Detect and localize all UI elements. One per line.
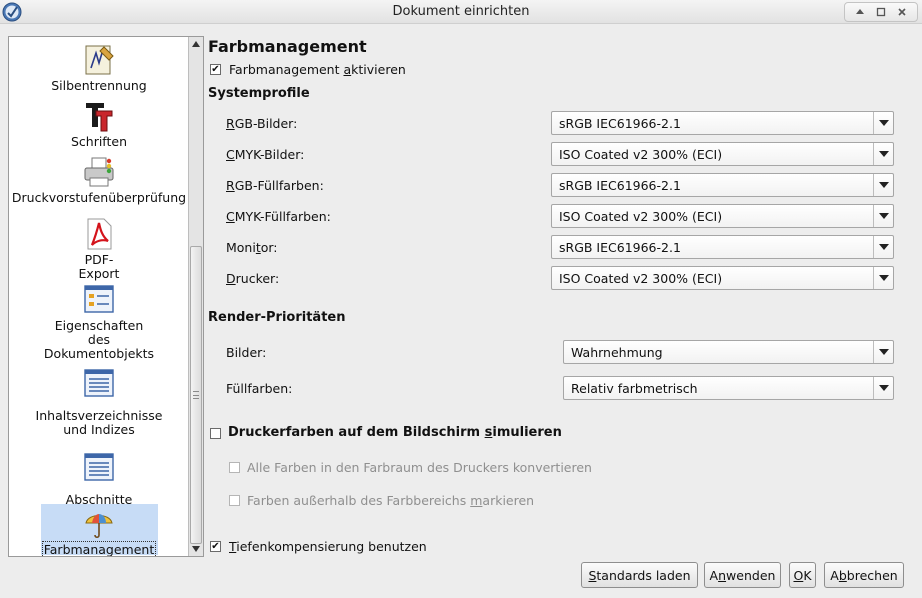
scrollbar-thumb[interactable] xyxy=(190,246,202,544)
sidebar-item-label: Abschnitte xyxy=(65,492,133,507)
preflight-printer-icon xyxy=(84,157,114,187)
printer-profile-select[interactable]: ISO Coated v2 300% (ECI) xyxy=(551,266,894,290)
printer-label: Drucker: xyxy=(226,271,280,286)
apply-button[interactable]: An wenden xyxy=(704,562,781,588)
monitor-label: Monitor: xyxy=(226,240,278,255)
table-of-contents-icon xyxy=(84,369,114,397)
chevron-down-icon xyxy=(873,174,893,196)
sidebar-item-fonts[interactable]: Schriften xyxy=(9,99,189,149)
scroll-down-button[interactable] xyxy=(189,542,203,556)
convert-all-colors-checkbox[interactable] xyxy=(229,462,240,473)
sidebar-item-label-line3: Dokumentobjekts xyxy=(43,346,155,361)
black-point-compensation-label[interactable]: Tiefenkompensierung benutzen xyxy=(229,539,427,554)
sidebar-item-toc-indexes[interactable]: Inhaltsverzeichnisse und Indizes xyxy=(9,367,189,437)
sidebar-item-label-line1: Inhaltsverzeichnisse xyxy=(35,408,163,423)
arrow-down-icon xyxy=(192,546,200,552)
sidebar-item-sections[interactable]: Abschnitte xyxy=(9,451,189,507)
chevron-down-icon xyxy=(873,341,893,363)
sidebar-item-color-management[interactable]: Farbmanagement xyxy=(9,507,189,557)
chevron-down-icon xyxy=(873,377,893,399)
maximize-icon xyxy=(876,7,886,17)
fonts-icon xyxy=(86,103,113,132)
hyphenation-icon xyxy=(85,45,114,75)
chevron-down-icon xyxy=(873,267,893,289)
window-maximize-button[interactable] xyxy=(874,5,888,19)
sidebar-item-pdf-export[interactable]: PDF- Export xyxy=(9,217,189,281)
ok-button[interactable]: OK xyxy=(789,562,816,588)
close-icon xyxy=(898,8,906,16)
cmyk-fill-colors-profile-select[interactable]: ISO Coated v2 300% (ECI) xyxy=(551,204,894,228)
cmyk-images-profile-select[interactable]: ISO Coated v2 300% (ECI) xyxy=(551,142,894,166)
sidebar-scrollbar[interactable] xyxy=(188,37,203,556)
mark-out-of-gamut-label: Farben außerhalb des Farbbereichs markie… xyxy=(247,493,535,508)
enable-color-management-label[interactable]: Farbmanagement aktivieren xyxy=(229,62,406,77)
fill-colors-rendering-intent-select[interactable]: Relativ farbmetrisch xyxy=(563,376,894,400)
arrow-up-icon xyxy=(855,9,864,14)
sidebar-item-label-line2: Export xyxy=(78,266,120,281)
rgb-images-label: RGB-Bilder: xyxy=(226,116,298,131)
fill-colors-intent-label: Füllfarben: xyxy=(226,381,293,396)
simulate-printer-label[interactable]: Druckerfarben auf dem Bildschirm simulie… xyxy=(228,425,562,440)
rgb-fill-colors-label: RGB-Füllfarben: xyxy=(226,178,324,193)
title-bar: Dokument einrichten xyxy=(0,0,922,24)
chevron-down-icon xyxy=(873,112,893,134)
window-controls xyxy=(844,2,918,22)
cancel-button[interactable]: Ab brechen xyxy=(824,562,904,588)
system-profiles-title: Systemprofile xyxy=(208,86,310,101)
window-close-button[interactable] xyxy=(895,5,909,19)
scroll-up-button[interactable] xyxy=(189,37,203,51)
rgb-fill-colors-profile-select[interactable]: sRGB IEC61966-2.1 xyxy=(551,173,894,197)
settings-category-list: Silbentrennung Schriften Druckvorstufenü… xyxy=(8,36,204,557)
window-shade-button[interactable] xyxy=(853,5,867,19)
load-defaults-button[interactable]: Standards laden xyxy=(581,562,698,588)
black-point-compensation-checkbox[interactable]: ✔ xyxy=(210,541,221,552)
cmyk-images-label: CMYK-Bilder: xyxy=(226,147,305,162)
cmyk-fill-colors-label: CMYK-Füllfarben: xyxy=(226,209,331,224)
sidebar-item-label: Silbentrennung xyxy=(51,78,147,93)
pdf-icon xyxy=(87,218,112,250)
sidebar-item-label: Druckvorstufenüberprüfung xyxy=(11,190,187,205)
page-title: Farbmanagement xyxy=(208,37,367,56)
chevron-down-icon xyxy=(873,205,893,227)
sidebar-item-label-line2: des xyxy=(87,332,111,347)
monitor-profile-select[interactable]: sRGB IEC61966-2.1 xyxy=(551,235,894,259)
grip-icon xyxy=(193,391,199,399)
simulate-printer-checkbox[interactable] xyxy=(210,428,221,439)
document-properties-icon xyxy=(84,285,114,313)
chevron-down-icon xyxy=(873,143,893,165)
render-priorities-title: Render-Prioritäten xyxy=(208,310,346,325)
sidebar-item-label-line1: PDF- xyxy=(84,252,114,267)
sidebar-item-document-item-attributes[interactable]: Eigenschaften des Dokumentobjekts xyxy=(9,283,189,361)
convert-all-colors-label: Alle Farben in den Farbraum des Druckers… xyxy=(247,460,592,475)
chevron-down-icon xyxy=(873,236,893,258)
enable-color-management-checkbox[interactable]: ✔ xyxy=(210,64,221,75)
arrow-up-icon xyxy=(192,41,200,47)
images-intent-label: Bilder: xyxy=(226,345,267,360)
sidebar-item-preflight[interactable]: Druckvorstufenüberprüfung xyxy=(9,155,189,205)
rgb-images-profile-select[interactable]: sRGB IEC61966-2.1 xyxy=(551,111,894,135)
sections-icon xyxy=(84,453,114,481)
mark-out-of-gamut-checkbox[interactable] xyxy=(229,495,240,506)
window-title: Dokument einrichten xyxy=(392,4,530,19)
sidebar-item-label: Schriften xyxy=(70,134,128,149)
sidebar-item-label-line2: und Indizes xyxy=(63,422,135,437)
sidebar-item-label-line1: Eigenschaften xyxy=(54,318,144,333)
sidebar-item-hyphenation[interactable]: Silbentrennung xyxy=(9,43,189,93)
sidebar-item-label: Farbmanagement xyxy=(41,541,157,557)
color-management-umbrella-icon xyxy=(85,514,113,539)
images-rendering-intent-select[interactable]: Wahrnehmung xyxy=(563,340,894,364)
